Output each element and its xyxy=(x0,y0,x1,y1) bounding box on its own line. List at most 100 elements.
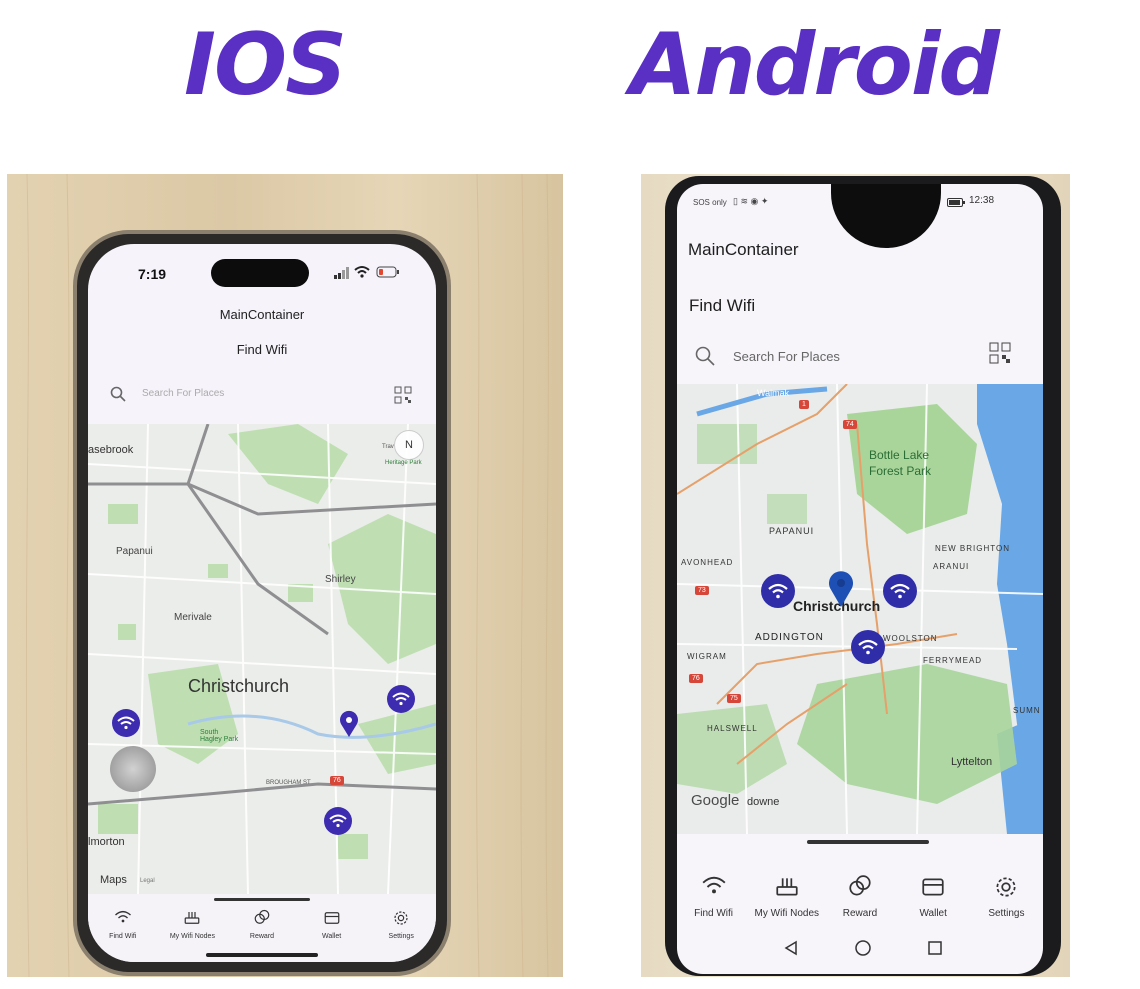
ios-wifi-status-icon xyxy=(354,265,370,279)
tab-reward[interactable]: Reward xyxy=(227,909,297,949)
ios-app-title: MainContainer xyxy=(219,307,305,322)
android-map-label-new-brighton: NEW BRIGHTON xyxy=(935,544,1010,553)
android-search-input[interactable]: Search For Places xyxy=(733,349,840,364)
android-tab-row: Find Wifi My Wifi Nodes Reward Wallet Settin… xyxy=(677,874,1043,926)
android-map-label-ferrymead: FERRYMEAD xyxy=(923,656,983,665)
android-route-badge-75: 75 xyxy=(727,694,741,703)
tab-label: Wallet xyxy=(321,933,342,940)
android-route-badge-1: 1 xyxy=(799,400,809,409)
android-map[interactable]: Waimak Bottle Lake Forest Park PAPANUI N… xyxy=(677,384,1043,834)
assistive-touch-button[interactable] xyxy=(110,746,156,792)
ios-map-label-shirley: Shirley xyxy=(325,574,356,585)
wifi-icon xyxy=(701,874,727,905)
android-map-label-addington: ADDINGTON xyxy=(755,632,824,643)
ios-map-label-asebrook: asebrook xyxy=(88,444,134,456)
ios-search-input[interactable]: Search For Places xyxy=(142,388,224,399)
android-map-label-aranui: ARANUI xyxy=(933,562,970,571)
google-logo: Google xyxy=(691,792,740,809)
search-icon xyxy=(695,346,715,366)
tab-my-wifi-nodes[interactable]: My Wifi Nodes xyxy=(750,874,823,926)
ios-map-label-merivale: Merivale xyxy=(174,612,212,623)
android-bottom-sheet-handle[interactable] xyxy=(807,840,929,844)
android-map-label-avonhead: AVONHEAD xyxy=(681,558,734,567)
search-icon xyxy=(110,386,126,402)
tab-wallet[interactable]: Wallet xyxy=(297,909,367,949)
tab-find-wifi[interactable]: Find Wifi xyxy=(88,909,158,949)
tab-settings[interactable]: Settings xyxy=(970,874,1043,926)
android-map-label-wigram: WIGRAM xyxy=(687,652,727,661)
ios-map-label-park: South Hagley Park xyxy=(200,729,239,743)
ios-signal-icon xyxy=(334,267,350,279)
home-nav-icon[interactable] xyxy=(853,938,873,958)
android-map-label-lake: Bottle Lake xyxy=(869,448,930,462)
ios-battery-icon xyxy=(376,266,400,278)
android-app-title: MainContainer xyxy=(688,240,799,259)
compass-icon[interactable]: N xyxy=(394,430,424,460)
tab-wallet[interactable]: Wallet xyxy=(897,874,970,926)
ios-map-label-papanui: Papanui xyxy=(116,546,153,557)
wifi-marker-icon[interactable] xyxy=(883,574,917,608)
ios-home-indicator xyxy=(206,953,318,957)
qr-code-icon[interactable] xyxy=(989,342,1011,364)
ios-map-label-city: Christchurch xyxy=(188,676,290,696)
tab-label: Wallet xyxy=(919,908,947,919)
tab-label: Settings xyxy=(988,908,1025,919)
tab-my-wifi-nodes[interactable]: My Wifi Nodes xyxy=(158,909,228,949)
tab-label: Find Wifi xyxy=(109,933,137,940)
ios-map[interactable]: asebrook Papanui Shirley Merivale Christ… xyxy=(88,424,436,894)
tab-settings[interactable]: Settings xyxy=(366,909,436,949)
android-map-label-woolston: WOOLSTON xyxy=(883,634,938,643)
android-heading: Android xyxy=(630,15,1000,115)
tab-reward[interactable]: Reward xyxy=(823,874,896,926)
location-pin-icon[interactable] xyxy=(827,570,855,608)
wifi-marker-icon[interactable] xyxy=(761,574,795,608)
android-search-bar[interactable]: Search For Places xyxy=(687,336,1033,376)
android-map-label-downe: downe xyxy=(747,796,780,808)
wifi-marker-icon[interactable] xyxy=(112,709,140,737)
wifi-marker-icon[interactable] xyxy=(387,685,415,713)
ios-screen: 7:19 MainContainer Find Wifi Search For … xyxy=(88,244,436,962)
gear-icon xyxy=(392,909,410,932)
ios-heading: IOS xyxy=(184,15,347,115)
compass-label: N xyxy=(405,439,413,451)
router-icon xyxy=(774,874,800,905)
android-status-time: 12:38 xyxy=(969,195,995,206)
android-route-badge-76: 76 xyxy=(689,674,703,683)
ios-photo: 7:19 MainContainer Find Wifi Search For … xyxy=(7,174,563,977)
android-camera-cutout xyxy=(831,184,941,248)
wallet-icon xyxy=(920,874,946,905)
android-page-title: Find Wifi xyxy=(689,296,756,315)
location-pin-icon[interactable] xyxy=(338,710,360,738)
back-nav-icon[interactable] xyxy=(781,938,801,958)
ios-maps-attribution: Maps xyxy=(100,874,127,886)
ios-map-label-lmorton: lmorton xyxy=(88,836,125,848)
tab-label: Reward xyxy=(249,933,275,940)
ios-tab-row: Find Wifi My Wifi Nodes Reward Wallet Settin… xyxy=(88,909,436,949)
android-status-icons: ▯ ≋ ◉ ✦ xyxy=(733,196,769,206)
android-map-label-sumner: SUMN xyxy=(1013,706,1041,715)
wifi-marker-icon[interactable] xyxy=(324,807,352,835)
tab-find-wifi[interactable]: Find Wifi xyxy=(677,874,750,926)
ios-search-bar[interactable]: Search For Places xyxy=(98,376,426,414)
android-map-label-forest: Forest Park xyxy=(869,464,932,478)
android-map-label-halswell: HALSWELL xyxy=(707,724,758,733)
ios-dynamic-island xyxy=(211,259,309,287)
android-screen: SOS only ▯ ≋ ◉ ✦ 12:38 MainContainer Fin… xyxy=(677,184,1043,974)
ios-page-title: Find Wifi xyxy=(236,342,288,357)
ios-home-indicator-top xyxy=(214,898,310,901)
coins-icon xyxy=(253,909,271,932)
recents-nav-icon[interactable] xyxy=(925,938,945,958)
android-route-badge-73: 73 xyxy=(695,586,709,595)
android-photo: SOS only ▯ ≋ ◉ ✦ 12:38 MainContainer Fin… xyxy=(641,174,1070,977)
android-map-label-lyttelton: Lyttelton xyxy=(951,756,993,768)
tab-label: My Wifi Nodes xyxy=(169,933,215,940)
ios-maps-legal[interactable]: Legal xyxy=(140,878,155,884)
gear-icon xyxy=(993,874,1019,905)
ios-status-time: 7:19 xyxy=(138,266,167,282)
coins-icon xyxy=(847,874,873,905)
ios-map-label-corner2: Heritage Park xyxy=(385,460,422,466)
tab-label: Settings xyxy=(388,933,414,940)
qr-code-icon[interactable] xyxy=(394,386,412,404)
ios-map-label-road: BROUGHAM ST xyxy=(266,780,311,786)
wifi-marker-icon[interactable] xyxy=(851,630,885,664)
